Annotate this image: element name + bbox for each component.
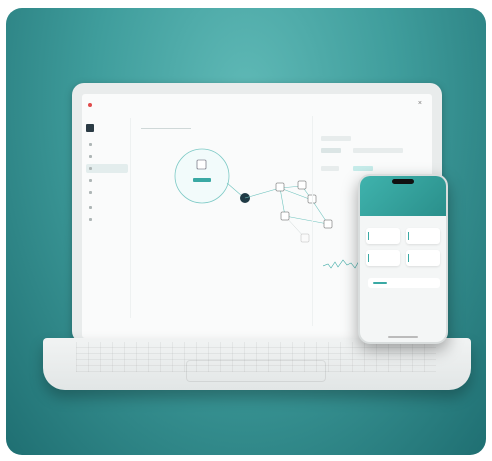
phone [358,174,448,344]
root-node-icon[interactable] [196,159,207,170]
phone-card[interactable] [406,250,440,266]
panel-field[interactable] [321,166,339,171]
network-node[interactable] [300,233,310,243]
panel-field[interactable] [353,148,403,153]
sidebar-item-network[interactable] [86,164,128,173]
panel-field[interactable] [321,136,351,141]
phone-notch [392,179,414,184]
phone-card[interactable] [406,228,440,244]
close-icon[interactable]: × [418,100,422,107]
brand-logo [88,102,94,107]
root-node-halo [174,148,230,204]
network-node[interactable] [275,182,285,192]
sidebar-item-devices[interactable] [86,176,128,185]
root-node-badge [193,178,211,182]
sidebar-item-user[interactable] [86,215,128,224]
connection-line [226,182,243,197]
sidebar-item-settings[interactable] [86,203,128,212]
panel-field[interactable] [321,148,341,153]
workspace-logo[interactable] [86,124,94,132]
panel-field[interactable] [353,166,373,171]
sidebar-item-tags[interactable] [86,188,128,197]
sidebar-item-list[interactable] [86,152,128,161]
network-diagram [174,148,333,243]
logo-icon [88,103,92,107]
home-indicator [388,336,418,338]
phone-card[interactable] [366,250,400,266]
phone-card[interactable] [366,228,400,244]
connection-line [279,187,313,201]
toggle-indicator [373,282,387,284]
phone-toggle[interactable] [368,278,440,288]
trackpad [186,360,326,382]
network-node[interactable] [280,211,290,221]
sidebar [86,124,128,274]
hero-card: × [6,8,486,455]
sidebar-item-home[interactable] [86,140,128,149]
network-node[interactable] [297,180,307,190]
phone-header [360,176,446,216]
app-topbar: × [88,100,426,112]
connection-line [244,187,281,199]
